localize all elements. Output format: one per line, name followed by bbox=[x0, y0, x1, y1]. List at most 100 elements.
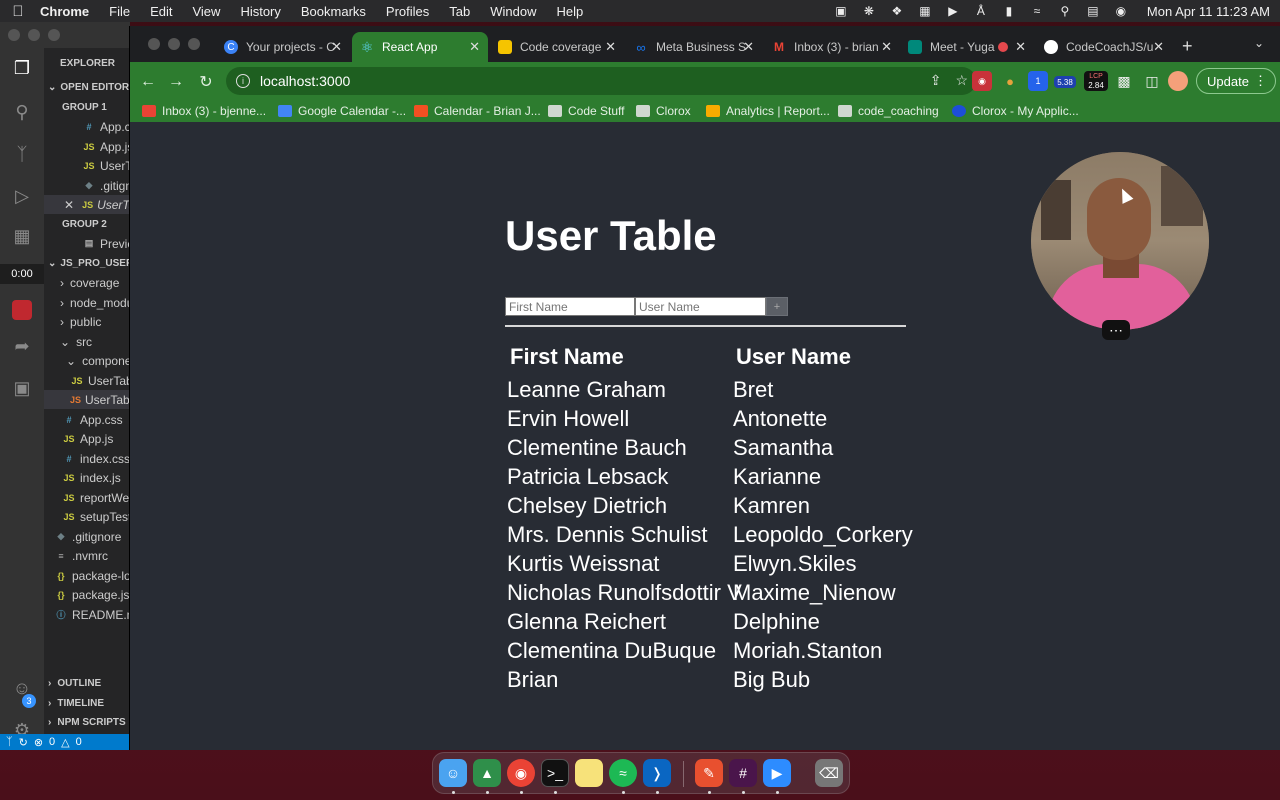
bookmark-folder[interactable]: code_coaching bbox=[838, 104, 939, 118]
npm-scripts-header[interactable]: › NPM SCRIPTS bbox=[48, 713, 130, 732]
vscode-window-controls[interactable] bbox=[8, 29, 60, 41]
cookie-extension-icon[interactable]: ● bbox=[1000, 71, 1020, 91]
stop-recording-button[interactable] bbox=[12, 300, 32, 320]
vscode-icon[interactable]: ❭ bbox=[643, 759, 671, 787]
bookmark-item[interactable]: Calendar - Brian J... bbox=[414, 104, 541, 118]
play-status-icon[interactable]: ▶ bbox=[945, 4, 961, 18]
explorer-icon[interactable]: ❐ bbox=[10, 56, 34, 80]
tree-file[interactable]: # index.css bbox=[62, 449, 130, 468]
outline-header[interactable]: › OUTLINE bbox=[48, 674, 130, 693]
tab-github[interactable]: CodeCoachJS/u ✕ bbox=[1036, 32, 1172, 62]
close-window-icon[interactable] bbox=[148, 38, 160, 50]
open-editors-header[interactable]: ⌄ OPEN EDITORS bbox=[48, 78, 130, 97]
source-control-icon[interactable]: ᛉ bbox=[10, 142, 34, 166]
new-tab-button[interactable]: + bbox=[1182, 36, 1193, 57]
close-tab-icon[interactable]: ✕ bbox=[1153, 39, 1164, 55]
tree-file[interactable]: ⓘREADME.md bbox=[54, 605, 130, 624]
trash-icon[interactable]: ⌫ bbox=[815, 759, 843, 787]
live-share-icon[interactable]: ➦ bbox=[10, 334, 34, 358]
branch-icon[interactable]: ᛉ bbox=[6, 736, 13, 748]
bookmark-folder[interactable]: Clorox bbox=[636, 104, 691, 118]
warning-icon[interactable]: △ bbox=[61, 736, 69, 749]
tree-file[interactable]: JS index.js bbox=[62, 468, 130, 487]
puzzle-extensions-icon[interactable]: ▩ bbox=[1114, 71, 1134, 91]
close-tab-icon[interactable]: ✕ bbox=[469, 39, 480, 55]
close-tab-icon[interactable]: ✕ bbox=[881, 39, 892, 55]
back-button[interactable]: ← bbox=[138, 72, 158, 92]
apple-icon[interactable]:  bbox=[10, 3, 26, 20]
close-tab-icon[interactable]: ✕ bbox=[605, 39, 616, 55]
timeline-header[interactable]: › TIMELINE bbox=[48, 694, 130, 713]
tab-meta-business[interactable]: ∞ Meta Business S ✕ bbox=[626, 32, 762, 62]
tree-folder[interactable]: ›node_modules bbox=[60, 293, 130, 312]
first-name-input[interactable] bbox=[505, 297, 635, 316]
webcam-more-icon[interactable]: ⋯ bbox=[1102, 320, 1130, 340]
close-window-icon[interactable] bbox=[8, 29, 20, 41]
menu-bookmarks[interactable]: Bookmarks bbox=[301, 4, 366, 19]
minimize-window-icon[interactable] bbox=[168, 38, 180, 50]
menu-profiles[interactable]: Profiles bbox=[386, 4, 429, 19]
menu-file[interactable]: File bbox=[109, 4, 130, 19]
tree-file[interactable]: ◆ .gitignore bbox=[54, 527, 130, 546]
open-editor-item[interactable]: JSUserTable bbox=[82, 156, 130, 175]
forward-button[interactable]: → bbox=[166, 72, 186, 92]
bookmark-star-icon[interactable]: ☆ bbox=[955, 72, 968, 89]
maximize-window-icon[interactable] bbox=[188, 38, 200, 50]
extension-badge-icon[interactable]: 1 bbox=[1028, 71, 1048, 91]
tree-file-selected[interactable]: JSUserTable bbox=[44, 390, 130, 409]
webcam-overlay[interactable] bbox=[1031, 152, 1209, 330]
close-tab-icon[interactable]: ✕ bbox=[1015, 39, 1026, 55]
tab-react-app[interactable]: ⚛ React App ✕ bbox=[352, 32, 488, 62]
search-icon[interactable]: ⚲ bbox=[10, 100, 34, 124]
project-header[interactable]: ⌄ JS_PRO_USER bbox=[48, 254, 130, 273]
siri-icon[interactable]: ◉ bbox=[1113, 4, 1129, 18]
address-bar[interactable]: i localhost:3000 ⇪ ☆ bbox=[226, 67, 976, 95]
tree-file[interactable]: JSUserTable bbox=[70, 371, 130, 390]
notes-icon[interactable] bbox=[575, 759, 603, 787]
bluetooth-icon[interactable]: Å bbox=[973, 4, 989, 18]
spotify-icon[interactable]: ≈ bbox=[609, 759, 637, 787]
tree-file[interactable]: JSsetupTests bbox=[62, 507, 130, 526]
close-editor-icon[interactable]: ✕ bbox=[64, 198, 74, 212]
sync-icon[interactable]: ↻ bbox=[19, 736, 28, 749]
close-tab-icon[interactable]: ✕ bbox=[331, 39, 342, 55]
open-editor-item[interactable]: ▤Preview bbox=[82, 234, 130, 253]
tree-file[interactable]: {}package.json bbox=[54, 585, 130, 604]
more-menu-icon[interactable]: ⋮ bbox=[1254, 73, 1267, 89]
tab-your-projects[interactable]: C Your projects - C ✕ bbox=[216, 32, 350, 62]
minimize-window-icon[interactable] bbox=[28, 29, 40, 41]
tab-code-coverage[interactable]: Code coverage ✕ bbox=[490, 32, 624, 62]
run-debug-icon[interactable]: ▷ bbox=[10, 184, 34, 208]
finder-icon[interactable]: ☺ bbox=[439, 759, 467, 787]
tree-folder[interactable]: › public bbox=[60, 312, 130, 331]
chrome-window-controls[interactable] bbox=[148, 38, 200, 50]
extensions-icon[interactable]: ▦ bbox=[10, 224, 34, 248]
menu-tab[interactable]: Tab bbox=[449, 4, 470, 19]
url-text[interactable]: localhost:3000 bbox=[260, 73, 350, 89]
user-name-input[interactable] bbox=[635, 297, 766, 316]
menu-view[interactable]: View bbox=[192, 4, 220, 19]
control-center-icon[interactable]: ▤ bbox=[1085, 4, 1101, 18]
extension-icon[interactable]: ◉ bbox=[972, 71, 992, 91]
close-tab-icon[interactable]: ✕ bbox=[743, 39, 754, 55]
maximize-window-icon[interactable] bbox=[48, 29, 60, 41]
tree-file[interactable]: JS App.js bbox=[62, 429, 130, 448]
zoom-icon[interactable]: ▶ bbox=[763, 759, 791, 787]
bookmark-item[interactable]: Analytics | Report... bbox=[706, 104, 830, 118]
bookmark-item[interactable]: Google Calendar -... bbox=[278, 104, 406, 118]
slack-icon[interactable]: # bbox=[729, 759, 757, 787]
group1-header[interactable]: GROUP 1 bbox=[62, 98, 130, 117]
open-editor-item-active[interactable]: ✕JSUserTable bbox=[44, 195, 130, 214]
tree-folder[interactable]: ⌄ src bbox=[60, 332, 130, 351]
open-editor-item[interactable]: JSApp.js bbox=[82, 137, 130, 156]
wifi-icon[interactable]: ≈ bbox=[1029, 4, 1045, 18]
calendar-status-icon[interactable]: ▦ bbox=[917, 4, 933, 18]
tree-folder[interactable]: › coverage bbox=[60, 273, 130, 292]
dropbox-icon[interactable]: ❖ bbox=[889, 4, 905, 18]
open-editor-item[interactable]: #App.css bbox=[82, 117, 130, 136]
tree-file[interactable]: # App.css bbox=[62, 410, 130, 429]
tab-inbox[interactable]: M Inbox (3) - brian ✕ bbox=[764, 32, 900, 62]
tree-file[interactable]: ≡ .nvmrc bbox=[54, 546, 130, 565]
menu-history[interactable]: History bbox=[240, 4, 280, 19]
pencil-app-icon[interactable]: ✎ bbox=[695, 759, 723, 787]
